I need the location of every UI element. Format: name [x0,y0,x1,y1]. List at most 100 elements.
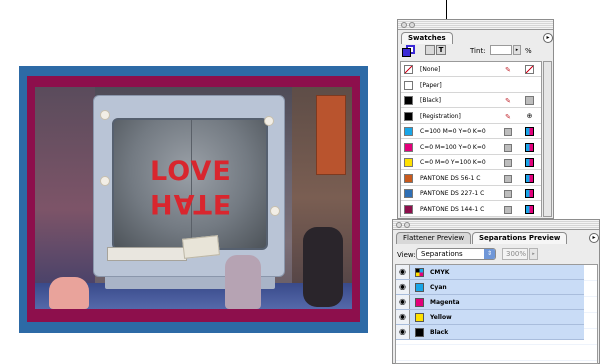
swatch-row[interactable]: C=0 M=100 Y=0 K=0 [401,140,541,155]
separations-list: ◉ CMYK ◉ Cyan ◉ Magenta ◉ Yellow ◉ Black [395,264,598,364]
tab-swatches[interactable]: Swatches [401,32,453,44]
swatch-name: [None] [420,66,441,73]
separation-row[interactable]: ◉ Yellow [396,310,584,325]
separation-name: Yellow [430,314,452,321]
separation-row[interactable]: ◉ Black [396,325,584,340]
tint-arrow-icon[interactable]: ▸ [513,45,521,55]
swatch-chip [404,173,413,183]
separation-row[interactable]: ◉ Cyan [396,280,584,295]
swatches-titlebar[interactable] [398,20,553,30]
swatch-row[interactable]: C=0 M=0 Y=100 K=0 [401,155,541,170]
document-frame: LOVE HATE [27,76,360,322]
swatch-chip [404,204,413,214]
format-text-button[interactable]: T [436,45,446,55]
photo-card [182,235,220,259]
separation-chip [415,268,424,277]
chevron-down-icon[interactable]: ⇕ [484,249,495,259]
eye-icon[interactable]: ◉ [396,295,410,309]
swatch-name: [Black] [420,97,441,104]
swatch-row[interactable]: [Registration] ✎ ⊕ [401,109,541,124]
photo-poster [316,95,346,175]
swatch-list: [None] ✎ [Paper] [Black] ✎ [Registration] ✎ ⊕ C=… [400,61,542,217]
photo-sticker [100,176,110,186]
cmyk-icon [525,204,534,214]
eye-icon[interactable]: ◉ [396,325,410,339]
swatch-row[interactable]: PANTONE DS 144-1 C [401,202,541,217]
eye-icon[interactable]: ◉ [396,265,410,279]
separation-chip [415,328,424,337]
panel-menu-icon[interactable]: ▸ [543,33,553,43]
monitor-screen: LOVE HATE [112,118,268,250]
tint-input[interactable] [490,45,512,55]
separation-name: CMYK [430,269,450,276]
swatch-name: PANTONE DS 56-1 C [420,174,481,182]
process-icon [504,143,512,152]
cmyk-icon [525,142,534,152]
separation-chip [415,283,424,292]
swatch-chip [404,142,413,152]
close-dot-icon[interactable] [396,222,402,228]
zoom-arrow-icon[interactable]: ▸ [529,248,538,260]
fill-stroke-icon[interactable] [402,45,416,57]
separations-titlebar[interactable] [393,220,599,230]
eye-icon[interactable]: ◉ [396,280,410,294]
fill-swatch[interactable] [402,48,411,57]
process-icon [504,159,512,167]
process-icon [525,96,534,105]
swatch-name: C=0 M=0 Y=100 K=0 [420,159,486,166]
process-icon [504,205,512,214]
panel-menu-icon[interactable]: ▸ [589,233,599,243]
swatch-row[interactable]: [None] ✎ [401,62,541,77]
swatch-name: [Paper] [420,81,442,89]
swatch-name: PANTONE DS 144-1 C [420,205,485,213]
photo-sticker-strip [107,247,187,261]
process-icon [504,190,512,198]
swatch-chip [404,111,413,121]
no-edit-icon: ✎ [505,66,511,74]
tint-label: Tint: [470,47,486,55]
none-icon [525,65,534,74]
collapse-dot-icon[interactable] [404,222,410,228]
separation-name: Magenta [430,299,460,306]
document-photo: LOVE HATE [35,87,352,309]
separation-name: Black [430,329,449,336]
tab-flattener-preview[interactable]: Flattener Preview [396,232,472,244]
swatch-name: C=0 M=100 Y=0 K=0 [420,143,486,151]
swatch-chip [404,127,413,136]
swatch-row[interactable]: PANTONE DS 227-1 C [401,186,541,201]
photo-toy-dark [303,227,343,307]
tab-separations-preview[interactable]: Separations Preview [472,232,568,244]
separations-panel: Flattener Preview Separations Preview ▸ … [392,219,600,364]
separation-row[interactable]: ◉ Magenta [396,295,584,310]
cmyk-icon [525,127,534,136]
swatch-row[interactable]: [Paper] [401,78,541,93]
swatch-chip [404,80,413,90]
swatch-name: C=100 M=0 Y=0 K=0 [420,128,486,135]
photo-toy-right [225,255,261,309]
swatch-scrollbar[interactable] [543,61,552,217]
swatch-row[interactable]: PANTONE DS 56-1 C [401,171,541,186]
artwork-word-love: LOVE [150,156,232,187]
swatch-row[interactable]: C=100 M=0 Y=0 K=0 [401,124,541,139]
eye-icon[interactable]: ◉ [396,310,410,324]
separation-chip [415,313,424,322]
photo-sticker [264,116,274,126]
swatch-name: PANTONE DS 227-1 C [420,190,485,197]
separation-row[interactable]: ◉ CMYK [396,265,584,280]
zoom-input[interactable]: 300% [502,248,528,260]
format-container-button[interactable] [425,45,435,55]
view-label: View: [397,251,416,259]
process-icon [504,174,512,183]
separation-name: Cyan [430,284,447,291]
collapse-dot-icon[interactable] [409,22,415,28]
cmyk-icon [525,158,534,167]
tint-unit: % [525,47,532,55]
swatch-row[interactable]: [Black] ✎ [401,93,541,108]
photo-toy-left [49,277,89,309]
view-select[interactable]: Separations ⇕ [416,248,496,260]
no-edit-icon: ✎ [505,97,511,105]
photo-background-left [35,87,95,309]
view-select-value: Separations [421,250,463,258]
swatch-chip [404,158,413,167]
close-dot-icon[interactable] [401,22,407,28]
